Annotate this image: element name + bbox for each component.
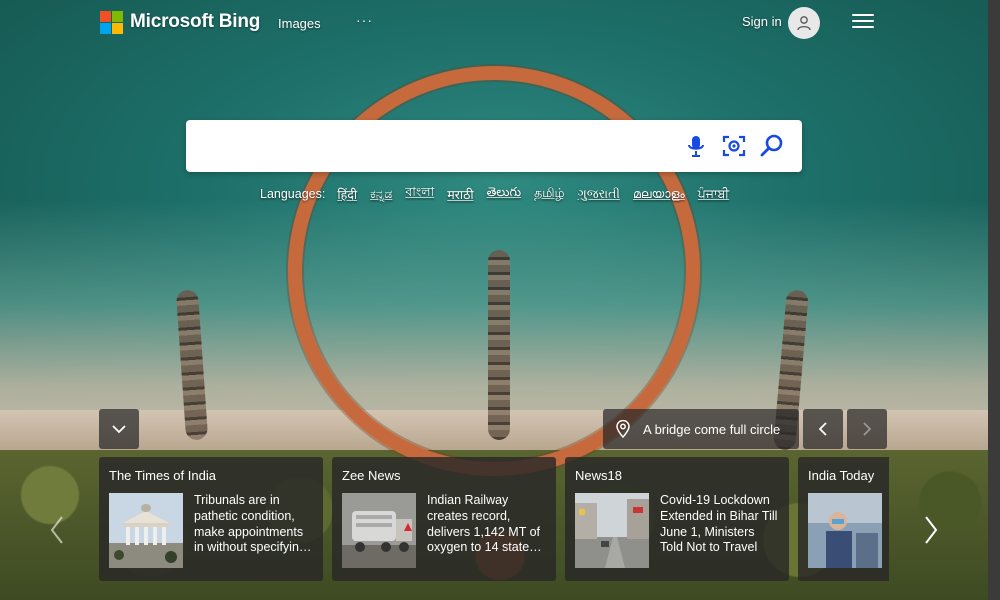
chevron-right-icon [925,516,938,544]
microphone-icon[interactable] [682,132,710,160]
news-source: India Today [808,468,875,483]
visual-search-icon[interactable] [720,132,748,160]
image-caption: A bridge come full circle [643,421,781,437]
bing-logo[interactable]: Microsoft Bing [100,11,261,34]
header: Microsoft Bing Images ··· Sign in [0,0,1000,46]
news-source: The Times of India [109,468,216,483]
news-source: Zee News [342,468,401,483]
hamburger-menu-icon[interactable] [852,14,874,32]
scrollbar-track[interactable] [988,0,1000,600]
news-headline: Indian Railway creates record, delivers … [427,493,541,555]
news-carousel-prev-button[interactable] [42,510,72,550]
news-card[interactable]: India Today [798,457,889,581]
next-image-button[interactable] [847,409,887,449]
language-link-telugu[interactable]: తెలుగు [487,185,522,203]
news-source: News18 [575,468,622,483]
news-card[interactable]: The Times of India Tribunals are in path… [99,457,323,581]
previous-image-button[interactable] [803,409,843,449]
user-icon [797,16,811,31]
nav-images-link[interactable]: Images [278,16,321,31]
language-link-tamil[interactable]: தமிழ் [534,186,565,202]
news-card[interactable]: Zee News Indian Railway creates record, … [332,457,556,581]
languages-label: Languages: [260,187,326,201]
news-thumbnail [342,493,416,568]
news-thumbnail [575,493,649,568]
brand-name: Microsoft Bing [130,11,261,32]
language-link-malayalam[interactable]: മലയാളം [633,187,685,202]
language-link-hindi[interactable]: हिंदी [337,186,357,203]
news-carousel: The Times of India Tribunals are in path… [99,457,889,581]
news-thumbnail [808,493,882,568]
microsoft-logo-icon [100,11,123,34]
image-info-button[interactable]: A bridge come full circle [603,409,799,449]
language-link-kannada[interactable]: ಕನ್ನಡ [370,187,392,202]
collapse-feed-button[interactable] [99,409,139,449]
language-link-bengali[interactable]: বাংলা [405,184,434,204]
rock-groyne [488,250,510,440]
avatar[interactable] [788,7,820,39]
language-link-punjabi[interactable]: ਪੰਜਾਬੀ [698,187,729,202]
news-thumbnail [109,493,183,568]
search-icon[interactable] [758,132,786,160]
language-link-gujarati[interactable]: ગુજરાતી [578,187,620,202]
news-card[interactable]: News18 Covid-19 Lockdown Extended in Bih… [565,457,789,581]
chevron-right-icon [863,422,872,436]
language-link-marathi[interactable]: मराठी [447,186,473,203]
chevron-left-icon [818,422,827,436]
sign-in-link[interactable]: Sign in [742,14,782,29]
chevron-left-icon [50,516,63,544]
location-pin-icon [616,420,630,438]
chevron-down-icon [112,425,126,434]
news-headline: Tribunals are in pathetic condition, mak… [194,493,306,555]
news-carousel-next-button[interactable] [916,510,946,550]
news-headline: Covid-19 Lockdown Extended in Bihar Till… [660,493,778,555]
search-box [186,120,802,172]
more-menu-button[interactable]: ··· [356,12,373,28]
search-input[interactable] [202,130,682,162]
language-bar: Languages: हिंदी ಕನ್ನಡ বাংলা मराठी తెలుగ… [260,184,742,204]
